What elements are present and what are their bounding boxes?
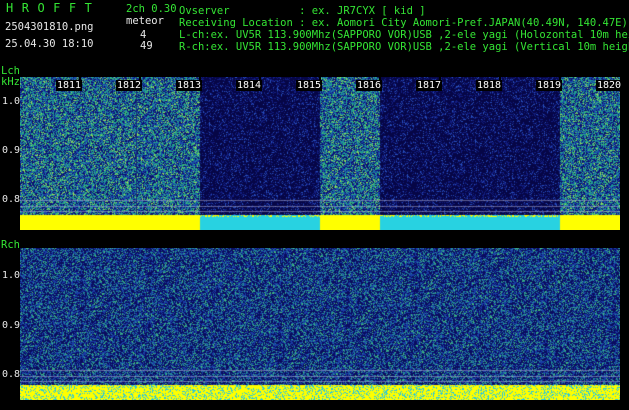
minute-boundary — [199, 77, 201, 81]
minute-label-1812: 1812 — [116, 80, 143, 91]
location-line: Receiving Location : ex. Aomori City Aom… — [179, 17, 628, 29]
observer-line: Ovserver : ex. JR7CYX [ kid ] — [179, 5, 426, 17]
minute-label-1816: 1816 — [356, 80, 383, 91]
rch-ytick-1-0: 1.0 — [2, 270, 21, 281]
minute-label-1814: 1814 — [236, 80, 263, 91]
rch-label: Rch — [1, 239, 20, 251]
minute-boundary — [559, 77, 561, 81]
image-filename: 2504301810.png — [5, 21, 94, 33]
detection-label: meteor — [126, 15, 164, 27]
minute-label-1817: 1817 — [416, 80, 443, 91]
minute-boundary — [259, 77, 261, 81]
capture-datetime: 25.04.30 18:10 — [5, 38, 94, 50]
minute-boundary — [319, 77, 321, 81]
app-brand: HROFFT — [6, 1, 101, 15]
minute-label-1813: 1813 — [176, 80, 203, 91]
lch-ytick-1-0: 1.0 — [2, 96, 21, 107]
rch-spectrogram-canvas — [20, 248, 620, 400]
minute-label-1820: 1820 — [596, 80, 623, 91]
lch-ytick-0-8: 0.8 — [2, 194, 21, 205]
khz-label: kHz — [1, 76, 20, 88]
lch-spectrogram: 1811 1812 1813 1814 1815 1816 1817 1818 1819 1820 — [20, 77, 623, 230]
rch-ytick-0-9: 0.9 — [2, 320, 21, 331]
lch-receiver-line: L-ch:ex. UV5R 113.900Mhz(SAPPORO VOR)USB… — [179, 29, 629, 41]
minute-label-1819: 1819 — [536, 80, 563, 91]
rch-receiver-line: R-ch:ex. UV5R 113.900Mhz(SAPPORO VOR)USB… — [179, 41, 629, 53]
minute-label-1818: 1818 — [476, 80, 503, 91]
lch-spectrogram-canvas — [20, 77, 620, 230]
rch-spectrogram — [20, 248, 620, 400]
minute-boundary — [379, 77, 381, 81]
rch-ytick-0-8: 0.8 — [2, 369, 21, 380]
channel-info: 2ch 0.30 — [126, 3, 177, 15]
minute-boundary — [139, 77, 141, 81]
minute-boundary — [499, 77, 501, 81]
minute-label-1811: 1811 — [56, 80, 83, 91]
minute-label-1815: 1815 — [296, 80, 323, 91]
rch-meteor-count: 49 — [140, 40, 153, 52]
lch-ytick-0-9: 0.9 — [2, 145, 21, 156]
minute-boundary — [439, 77, 441, 81]
minute-boundary — [79, 77, 81, 81]
